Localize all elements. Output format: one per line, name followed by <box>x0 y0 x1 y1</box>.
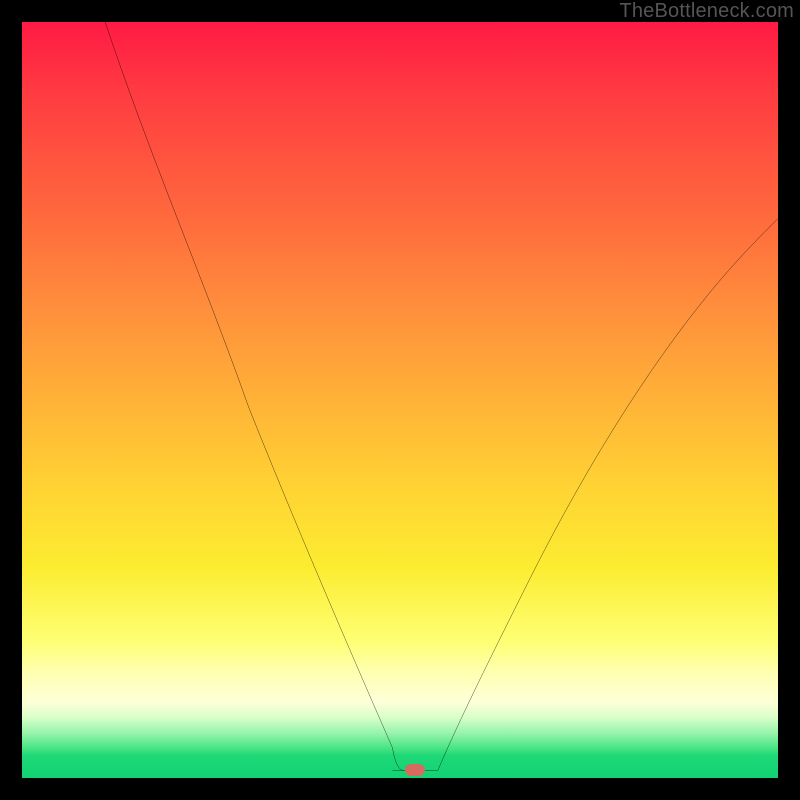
chart-frame: TheBottleneck.com <box>0 0 800 800</box>
bottleneck-curve <box>22 22 778 778</box>
optimum-marker <box>405 764 425 776</box>
plot-area <box>22 22 778 778</box>
curve-left-corner <box>392 748 403 771</box>
curve-right-branch <box>438 219 778 771</box>
watermark-text: TheBottleneck.com <box>619 0 794 23</box>
curve-left-branch <box>105 22 392 748</box>
